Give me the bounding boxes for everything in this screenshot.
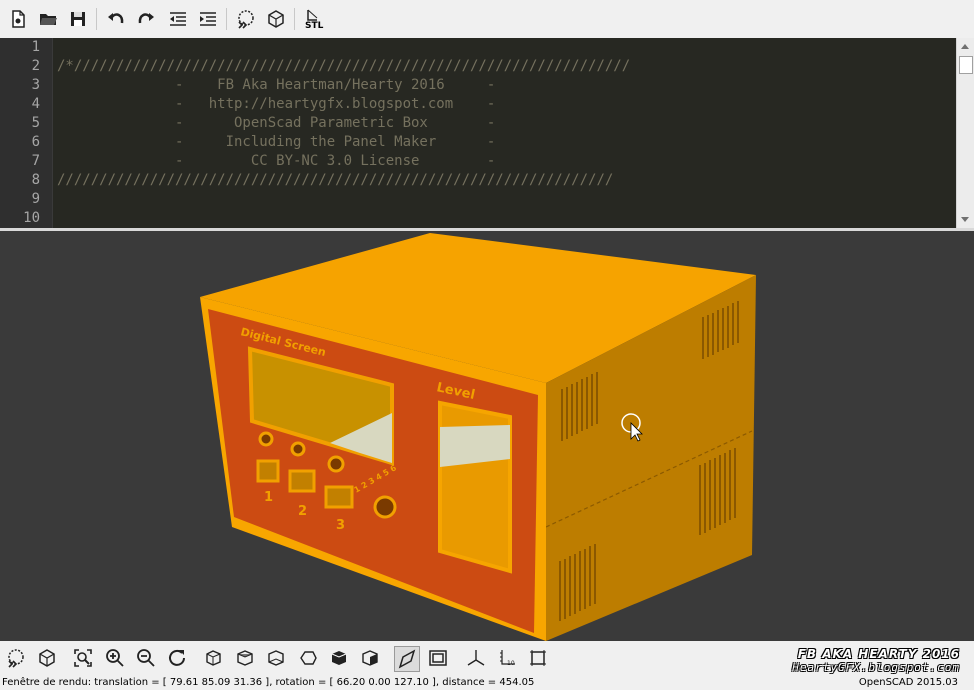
line-number: 2 [31, 58, 40, 74]
save-button[interactable] [66, 7, 90, 31]
show-edges-button[interactable] [526, 646, 550, 670]
view-front-icon [331, 651, 347, 665]
code-line[interactable]: 1 [0, 38, 955, 57]
open-file-button[interactable] [36, 7, 60, 31]
show-axes-button[interactable] [464, 646, 488, 670]
code-editor[interactable]: 1 2 /*////////////////////////////////////… [0, 38, 974, 231]
scroll-up-icon[interactable] [961, 44, 969, 49]
code-line[interactable]: 5 - OpenScad Parametric Box - [0, 114, 955, 133]
box-model-render: Digital Screen Level 1 2 3 1 2 3 4 5 6 [200, 233, 756, 641]
view-right-icon [206, 650, 221, 666]
code-text[interactable]: - OpenScad Parametric Box - [57, 114, 495, 133]
new-file-icon [12, 10, 25, 28]
view-left-icon [300, 651, 317, 665]
indent-button[interactable] [196, 7, 220, 31]
code-line[interactable]: 2 /*/////////////////////////////////////… [0, 57, 955, 76]
viewport-status: Fenêtre de rendu: translation = [ 79.61 … [2, 677, 535, 688]
line-number: 6 [31, 134, 40, 150]
editor-scrollbar[interactable] [956, 38, 974, 228]
render-icon [39, 649, 55, 667]
show-axes-icon [467, 650, 485, 666]
view-all-icon [74, 649, 92, 667]
render-view-button[interactable] [35, 646, 59, 670]
line-number: 7 [31, 153, 40, 169]
open-file-icon [40, 14, 57, 25]
line-number: 3 [31, 77, 40, 93]
code-text[interactable]: - CC BY-NC 3.0 License - [57, 152, 495, 171]
code-line[interactable]: 3 - FB Aka Heartman/Hearty 2016 - [0, 76, 955, 95]
view-left-button[interactable] [296, 646, 320, 670]
watermark-line-1: FB AKA HEARTY 2016 [797, 647, 960, 661]
view-top-icon [237, 650, 253, 666]
code-line[interactable]: 4 - http://heartygfx.blogspot.com - [0, 95, 955, 114]
new-file-button[interactable] [6, 7, 30, 31]
code-line[interactable]: 6 - Including the Panel Maker - [0, 133, 955, 152]
code-text[interactable]: - Including the Panel Maker - [57, 133, 495, 152]
reset-view-icon [169, 649, 185, 666]
redo-button[interactable] [134, 7, 158, 31]
perspective-button[interactable] [394, 646, 420, 672]
code-line[interactable]: 9 [0, 190, 955, 209]
orthogonal-button[interactable] [426, 646, 450, 670]
zoom-out-button[interactable] [134, 646, 158, 670]
reset-view-button[interactable] [165, 646, 189, 670]
watermark: FB AKA HEARTY 2016 HeartyGFX.blogspot.co… [792, 647, 960, 674]
redo-icon [138, 13, 154, 24]
version-label: OpenSCAD 2015.03 [858, 677, 958, 688]
scroll-down-icon[interactable] [961, 217, 969, 222]
line-number: 5 [31, 115, 40, 131]
button-1-label: 1 [264, 490, 273, 505]
status-bar: Fenêtre de rendu: translation = [ 79.61 … [0, 675, 974, 690]
code-line[interactable]: 8 ///////////////////////////////////////… [0, 171, 955, 190]
undo-button[interactable] [104, 7, 128, 31]
line-number: 9 [31, 191, 40, 207]
code-text[interactable]: - FB Aka Heartman/Hearty 2016 - [57, 76, 495, 95]
code-line[interactable]: 10 [0, 209, 955, 228]
code-text[interactable]: - http://heartygfx.blogspot.com - [57, 95, 495, 114]
undo-icon [108, 13, 124, 24]
view-bottom-button[interactable] [264, 646, 288, 670]
line-number: 4 [31, 96, 40, 112]
save-icon [71, 12, 85, 26]
render-icon [268, 10, 284, 28]
preview-button[interactable] [234, 7, 258, 31]
preview-view-button[interactable] [4, 646, 28, 670]
line-number: 1 [31, 39, 40, 55]
orthogonal-icon [429, 650, 447, 666]
code-text[interactable]: /*//////////////////////////////////////… [57, 57, 630, 76]
view-back-button[interactable] [358, 646, 382, 670]
watermark-line-2: HeartyGFX.blogspot.com [792, 661, 960, 674]
scroll-thumb[interactable] [959, 56, 973, 74]
view-bottom-icon [268, 650, 284, 666]
zoom-out-icon [137, 649, 155, 667]
unindent-button[interactable] [166, 7, 190, 31]
view-back-icon [362, 650, 378, 666]
zoom-in-icon [106, 649, 124, 667]
zoom-in-button[interactable] [103, 646, 127, 670]
button-2-label: 2 [298, 504, 307, 519]
render-button[interactable] [264, 7, 288, 31]
view-right-button[interactable] [201, 646, 225, 670]
preview-icon [238, 10, 254, 29]
line-number: 8 [31, 172, 40, 188]
button-3-label: 3 [336, 518, 345, 533]
perspective-icon [398, 649, 416, 669]
view-front-button[interactable] [327, 646, 351, 670]
code-line[interactable]: 7 - CC BY-NC 3.0 License - [0, 152, 955, 171]
indent-icon [200, 12, 216, 26]
view-top-button[interactable] [233, 646, 257, 670]
view-toolbar: 10 FB AKA HEARTY 2016 HeartyGFX.blogspot… [0, 641, 974, 675]
line-number: 10 [23, 210, 40, 226]
stl-label: STL [305, 21, 324, 31]
view-all-button[interactable] [71, 646, 95, 670]
code-text[interactable]: ////////////////////////////////////////… [57, 171, 613, 190]
preview-icon [8, 649, 24, 668]
show-edges-icon [530, 650, 546, 666]
show-scale-button[interactable]: 10 [495, 646, 519, 670]
render-viewport[interactable]: Digital Screen Level 1 2 3 1 2 3 4 5 6 [0, 231, 974, 641]
unindent-icon [170, 12, 186, 26]
editor-toolbar: STL [0, 0, 974, 39]
show-scale-icon: 10 [500, 650, 515, 667]
svg-text:10: 10 [507, 660, 515, 667]
